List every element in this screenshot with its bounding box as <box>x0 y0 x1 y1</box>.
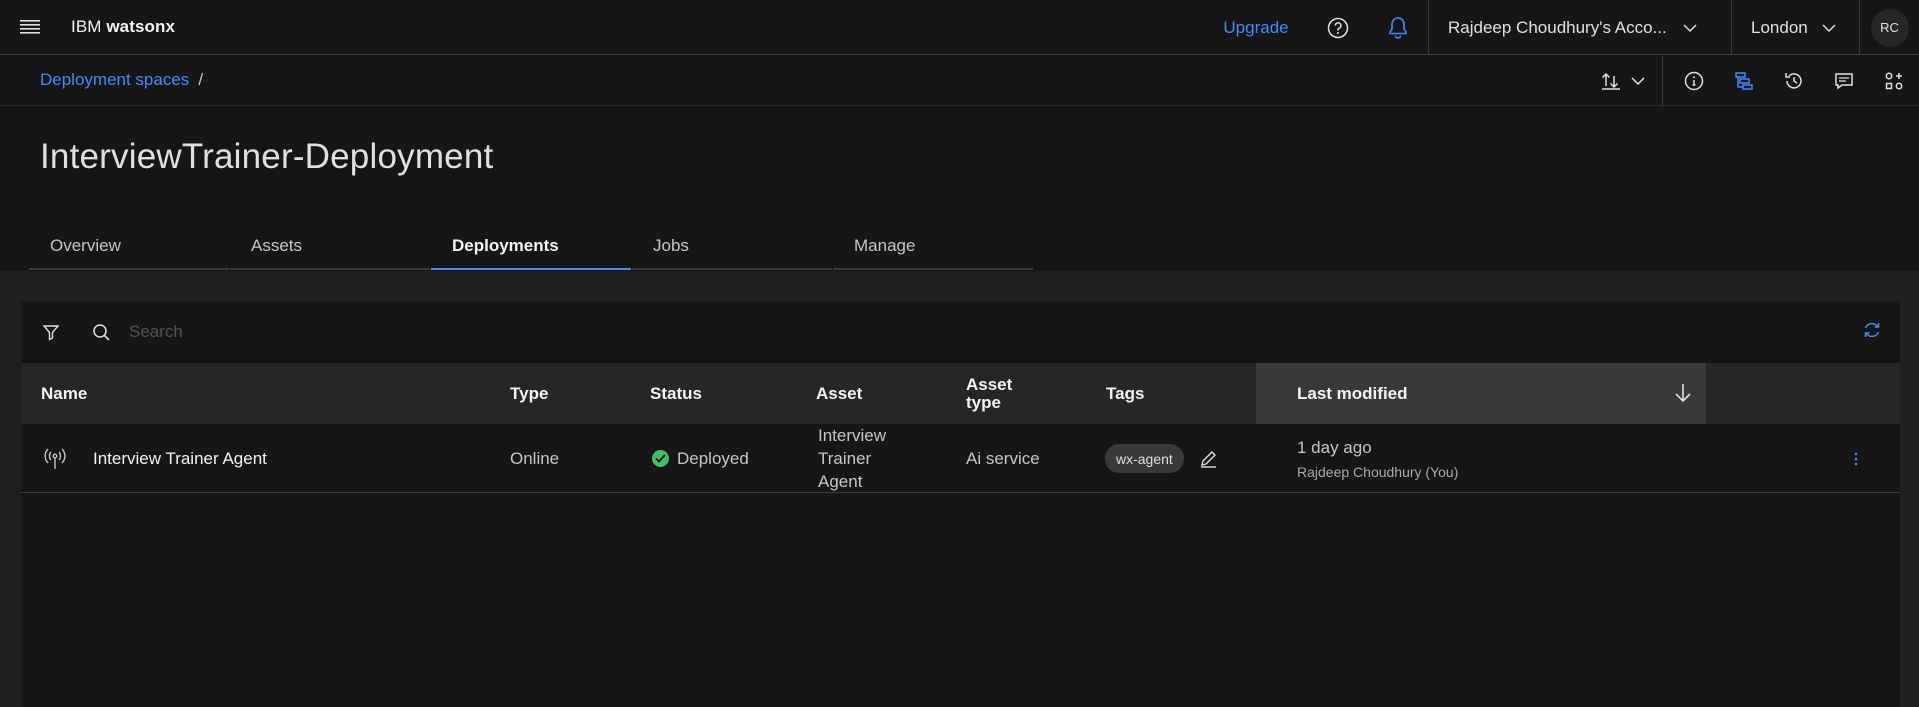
search-input[interactable] <box>129 322 729 342</box>
header-actions: Upgrade Rajdeep Choudhury's Acco... Lond… <box>1204 0 1919 55</box>
help-icon[interactable] <box>1308 0 1368 55</box>
filter-icon[interactable] <box>21 323 81 341</box>
apps-icon[interactable] <box>1869 56 1919 106</box>
chevron-down-icon <box>1683 18 1697 38</box>
search-icon <box>81 323 121 342</box>
deployments-table-panel: Name Type Status Asset Asset type Tags L… <box>21 302 1900 707</box>
tag-cell: wx-agent <box>1105 424 1218 493</box>
breadcrumb-separator: / <box>198 70 204 89</box>
account-label: Rajdeep Choudhury's Acco... <box>1448 17 1667 37</box>
refresh-icon[interactable] <box>1862 320 1882 345</box>
column-header-status[interactable]: Status <box>650 363 702 424</box>
tab-jobs[interactable]: Jobs <box>632 226 832 270</box>
last-modified-cell: 1 day ago Rajdeep Choudhury (You) <box>1297 424 1458 493</box>
brand-logo[interactable]: IBM watsonx <box>71 17 175 37</box>
tab-overview[interactable]: Overview <box>29 226 229 270</box>
account-switcher[interactable]: Rajdeep Choudhury's Acco... <box>1428 0 1731 55</box>
deployment-asset-type: Ai service <box>966 448 1040 468</box>
table-header: Name Type Status Asset Asset type Tags L… <box>21 363 1900 424</box>
upgrade-link[interactable]: Upgrade <box>1204 0 1308 55</box>
user-menu[interactable]: RC <box>1859 0 1919 55</box>
history-icon[interactable] <box>1769 56 1819 106</box>
tab-deployments[interactable]: Deployments <box>431 226 631 270</box>
deployment-online-icon <box>43 424 67 493</box>
tab-assets[interactable]: Assets <box>230 226 430 270</box>
region-switcher[interactable]: London <box>1731 0 1859 55</box>
column-header-name[interactable]: Name <box>41 363 87 424</box>
tab-list: Overview Assets Deployments Jobs Manage <box>29 226 1034 270</box>
top-header: IBM watsonx Upgrade Rajdeep Choudhury's … <box>0 0 1919 55</box>
tab-manage[interactable]: Manage <box>833 226 1033 270</box>
chevron-down-icon <box>1630 76 1645 85</box>
comments-icon[interactable] <box>1819 56 1869 106</box>
deployment-name-link[interactable]: Interview Trainer Agent <box>93 424 267 493</box>
deployment-asset-link[interactable]: Interview Trainer Agent <box>818 424 908 493</box>
notification-icon[interactable] <box>1368 0 1428 55</box>
avatar: RC <box>1870 8 1909 47</box>
arrow-down-icon <box>1674 383 1692 407</box>
column-header-asset[interactable]: Asset <box>816 363 862 424</box>
chevron-down-icon <box>1822 18 1836 38</box>
column-header-tags[interactable]: Tags <box>1106 363 1144 424</box>
deployment-type: Online <box>510 448 560 468</box>
page-title: InterviewTrainer-Deployment <box>40 137 494 176</box>
last-modified-time: 1 day ago <box>1297 437 1372 457</box>
edit-icon[interactable] <box>1199 449 1218 468</box>
breadcrumb: Deployment spaces / <box>40 70 203 90</box>
lineage-icon[interactable] <box>1719 56 1769 106</box>
menu-icon[interactable] <box>0 0 60 55</box>
modified-by: Rajdeep Choudhury (You) <box>1297 463 1459 480</box>
table-toolbar <box>21 302 1900 362</box>
checkmark-icon <box>652 450 669 467</box>
column-header-last-modified[interactable]: Last modified <box>1256 363 1706 424</box>
column-header-asset-type[interactable]: Asset type <box>966 363 1036 424</box>
deployment-status: Deployed <box>652 424 749 493</box>
column-header-last-modified-label: Last modified <box>1297 383 1408 403</box>
brand-name: watsonx <box>106 17 176 36</box>
breadcrumb-deployment-spaces[interactable]: Deployment spaces <box>40 70 189 89</box>
import-export-button[interactable] <box>1583 56 1663 106</box>
table-row[interactable]: Interview Trainer Agent Online Deployed … <box>21 424 1900 493</box>
breadcrumb-bar: Deployment spaces / <box>0 56 1919 106</box>
tag-badge: wx-agent <box>1105 444 1184 473</box>
info-icon[interactable] <box>1669 56 1719 106</box>
status-label: Deployed <box>677 448 749 468</box>
region-label: London <box>1751 17 1808 37</box>
upload-download-icon <box>1601 72 1620 90</box>
overflow-menu-icon[interactable] <box>1853 424 1859 493</box>
column-header-type[interactable]: Type <box>510 363 548 424</box>
page-toolbar <box>1583 56 1919 106</box>
brand-prefix: IBM <box>71 17 102 36</box>
